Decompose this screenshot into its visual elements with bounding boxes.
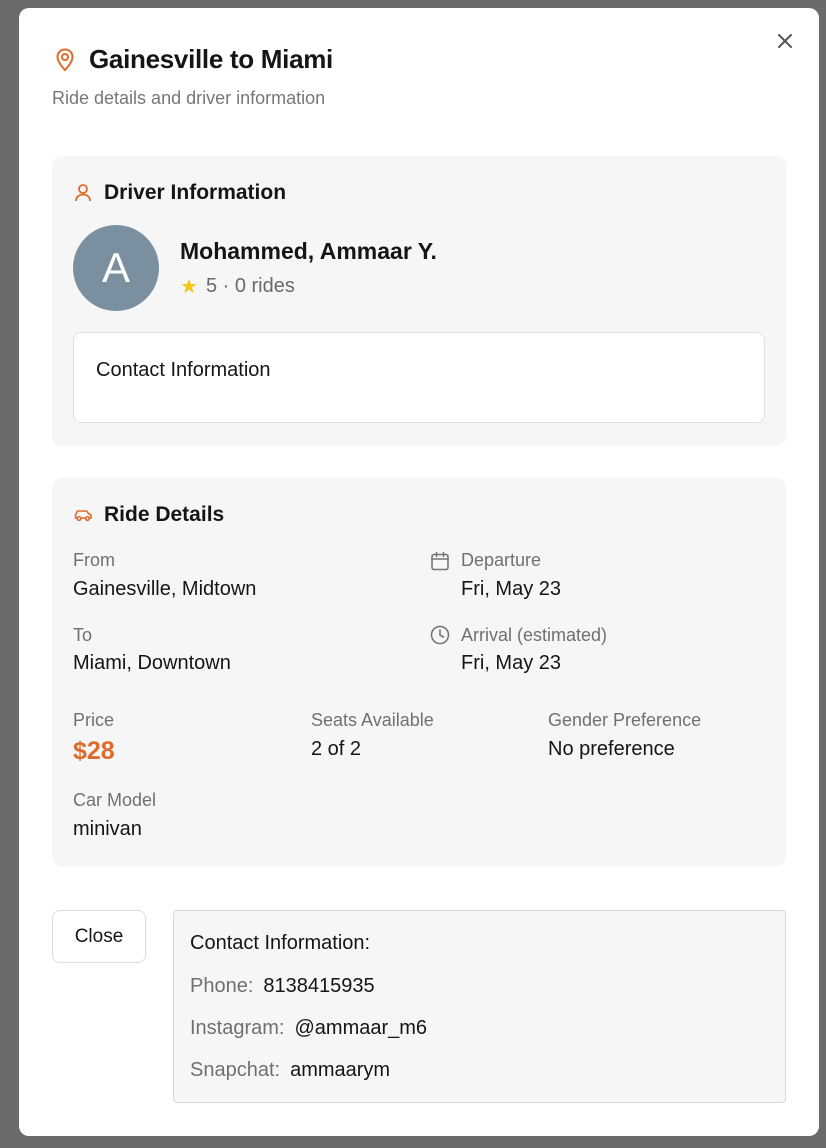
phone-row: Phone: 8138415935	[190, 975, 375, 998]
driver-rating: ★ 5 · 0 rides	[180, 274, 295, 299]
departure-label: Departure	[461, 550, 542, 570]
avatar: A	[73, 225, 159, 311]
price-label: Price	[73, 710, 115, 730]
from-value: Gainesville, Midtown	[73, 578, 257, 600]
contact-panel-title: Contact Information:	[190, 932, 371, 954]
seats-value: 2 of 2	[311, 738, 362, 760]
ride-card-title: Ride Details	[104, 503, 225, 526]
departure-value: Fri, May 23	[461, 578, 562, 600]
price-value: $28	[73, 737, 115, 765]
driver-name: Mohammed, Ammaar Y.	[180, 238, 437, 264]
modal-header: Gainesville to Miami	[52, 44, 333, 75]
driver-card-header: Driver Information	[73, 181, 286, 205]
car-model-label: Car Model	[73, 790, 157, 810]
to-value: Miami, Downtown	[73, 652, 231, 674]
ride-details-modal: Gainesville to Miami Ride details and dr…	[19, 8, 819, 1136]
snapchat-row: Snapchat: ammaarym	[190, 1059, 390, 1082]
contact-information-label: Contact Information	[96, 359, 271, 381]
car-icon	[74, 510, 92, 522]
instagram-row: Instagram: @ammaar_m6	[190, 1017, 427, 1040]
star-icon: ★	[180, 276, 198, 298]
close-button[interactable]: Close	[52, 910, 146, 963]
arrival-label: Arrival (estimated)	[461, 625, 608, 645]
calendar-icon	[429, 550, 451, 572]
snapchat-label: Snapchat:	[190, 1059, 281, 1081]
map-pin-icon	[56, 47, 74, 71]
arrival-value: Fri, May 23	[461, 652, 562, 674]
user-icon	[75, 184, 91, 202]
ride-card-header: Ride Details	[73, 503, 224, 527]
instagram-label: Instagram:	[190, 1017, 285, 1039]
phone-label: Phone:	[190, 975, 254, 997]
gender-preference-label: Gender Preference	[548, 710, 702, 730]
car-model-value: minivan	[73, 818, 142, 840]
gender-preference-value: No preference	[548, 738, 675, 760]
contact-information-panel: Contact Information: Phone: 8138415935 I…	[173, 910, 786, 1103]
to-label: To	[73, 625, 93, 645]
ride-details-card: Ride Details From Gainesville, Midtown D…	[52, 478, 786, 866]
contact-information-box[interactable]: Contact Information	[73, 332, 765, 423]
driver-card-title: Driver Information	[104, 181, 287, 204]
close-icon[interactable]	[774, 30, 796, 52]
rating-text: 5 · 0 rides	[205, 275, 295, 297]
page-subtitle: Ride details and driver information	[52, 88, 326, 108]
phone-value[interactable]: 8138415935	[263, 975, 374, 998]
snapchat-value[interactable]: ammaarym	[290, 1059, 390, 1082]
seats-label: Seats Available	[311, 710, 434, 730]
clock-icon	[429, 624, 451, 646]
driver-information-card: Driver Information A Mohammed, Ammaar Y.…	[52, 156, 786, 446]
instagram-value[interactable]: @ammaar_m6	[294, 1017, 427, 1040]
from-label: From	[73, 550, 115, 570]
page-title: Gainesville to Miami	[89, 44, 333, 74]
